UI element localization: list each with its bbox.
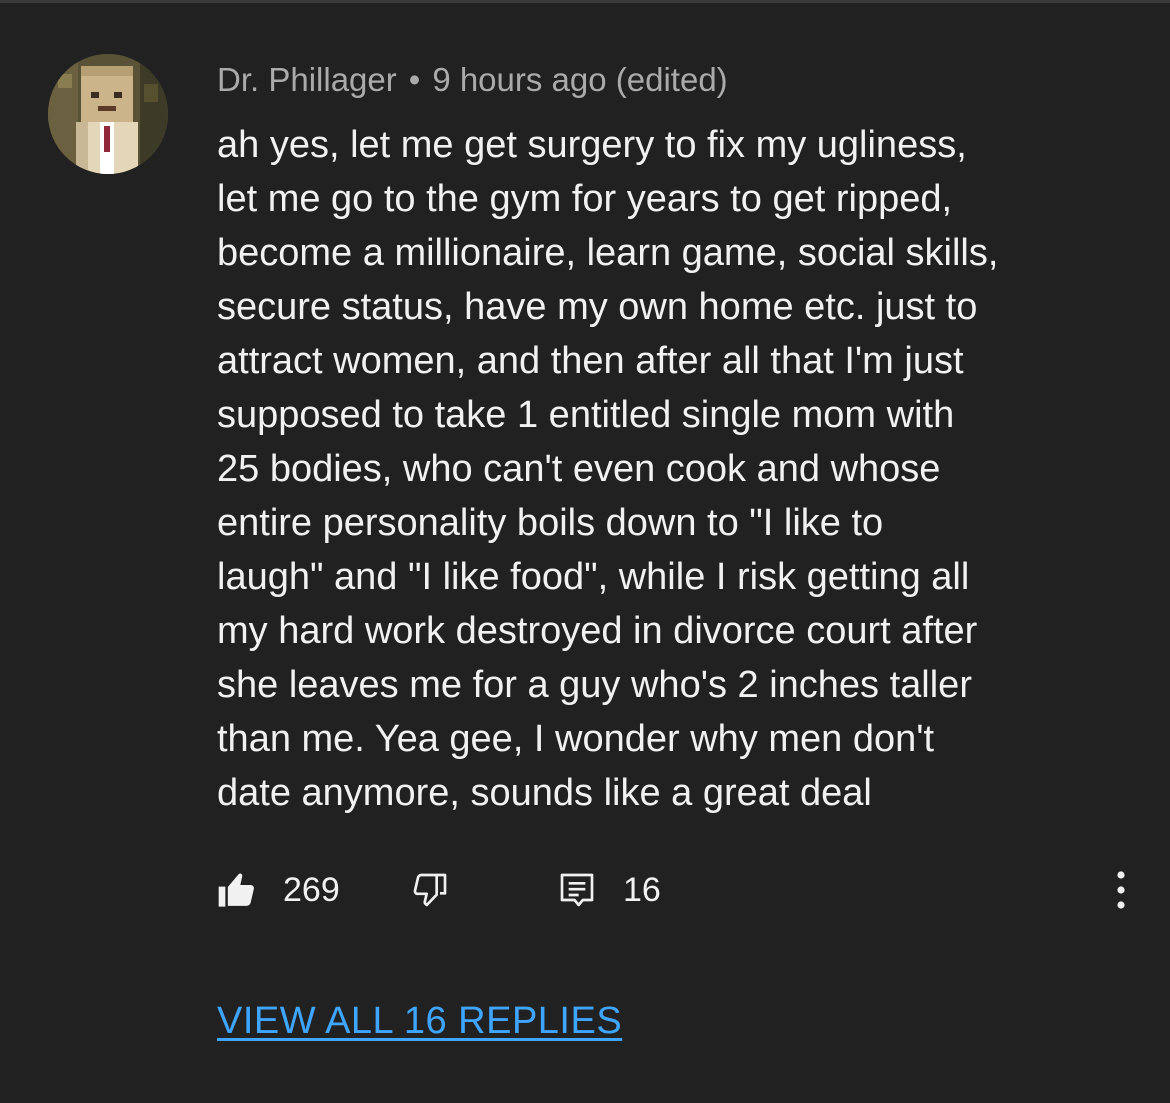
comment-line: my hard work destroyed in divorce court …	[217, 610, 978, 652]
vertical-ellipsis-icon	[1117, 871, 1125, 909]
reply-button[interactable]: 16	[557, 860, 661, 920]
comment-line: secure status, have my own home etc. jus…	[217, 286, 978, 328]
view-all-replies-link[interactable]: VIEW ALL 16 REPLIES	[217, 996, 622, 1046]
more-options-button[interactable]	[1101, 860, 1141, 920]
like-button[interactable]: 269	[217, 860, 340, 920]
comment-line: ah yes, let me get surgery to fix my ugl…	[217, 124, 967, 166]
thumbs-down-outline-icon	[413, 873, 447, 907]
reply-count: 16	[623, 870, 661, 909]
comment-reply-icon	[560, 873, 594, 907]
timestamp: 9 hours ago (edited)	[432, 61, 728, 98]
comment-header: Dr. Phillager • 9 hours ago (edited)	[217, 58, 728, 102]
dislike-button[interactable]	[410, 860, 450, 920]
avatar[interactable]	[48, 54, 168, 174]
comment-actions: 269 16	[217, 860, 1137, 920]
comment-line: 25 bodies, who can't even cook and whose	[217, 448, 941, 490]
author-name[interactable]: Dr. Phillager	[217, 61, 397, 98]
thumbs-up-filled-icon	[218, 873, 254, 907]
comment-thread: Dr. Phillager • 9 hours ago (edited) ah ye…	[0, 0, 1170, 1103]
separator-dot: •	[408, 61, 421, 98]
comment-line: entire personality boils down to "I like…	[217, 502, 884, 544]
avatar-image	[48, 54, 168, 174]
comment-line: laugh" and "I like food", while I risk g…	[217, 556, 970, 598]
comment-line: let me go to the gym for years to get ri…	[217, 178, 953, 220]
comment-line: become a millionaire, learn game, social…	[217, 232, 999, 274]
comment-body: ah yes, let me get surgery to fix my ugl…	[217, 118, 1137, 820]
comment-line: attract women, and then after all that I…	[217, 340, 964, 382]
comment-line: she leaves me for a guy who's 2 inches t…	[217, 664, 972, 706]
comment-line: date anymore, sounds like a great deal	[217, 772, 872, 814]
comment-line: supposed to take 1 entitled single mom w…	[217, 394, 955, 436]
comment-line: than me. Yea gee, I wonder why men don't	[217, 718, 935, 760]
like-count: 269	[283, 870, 340, 909]
